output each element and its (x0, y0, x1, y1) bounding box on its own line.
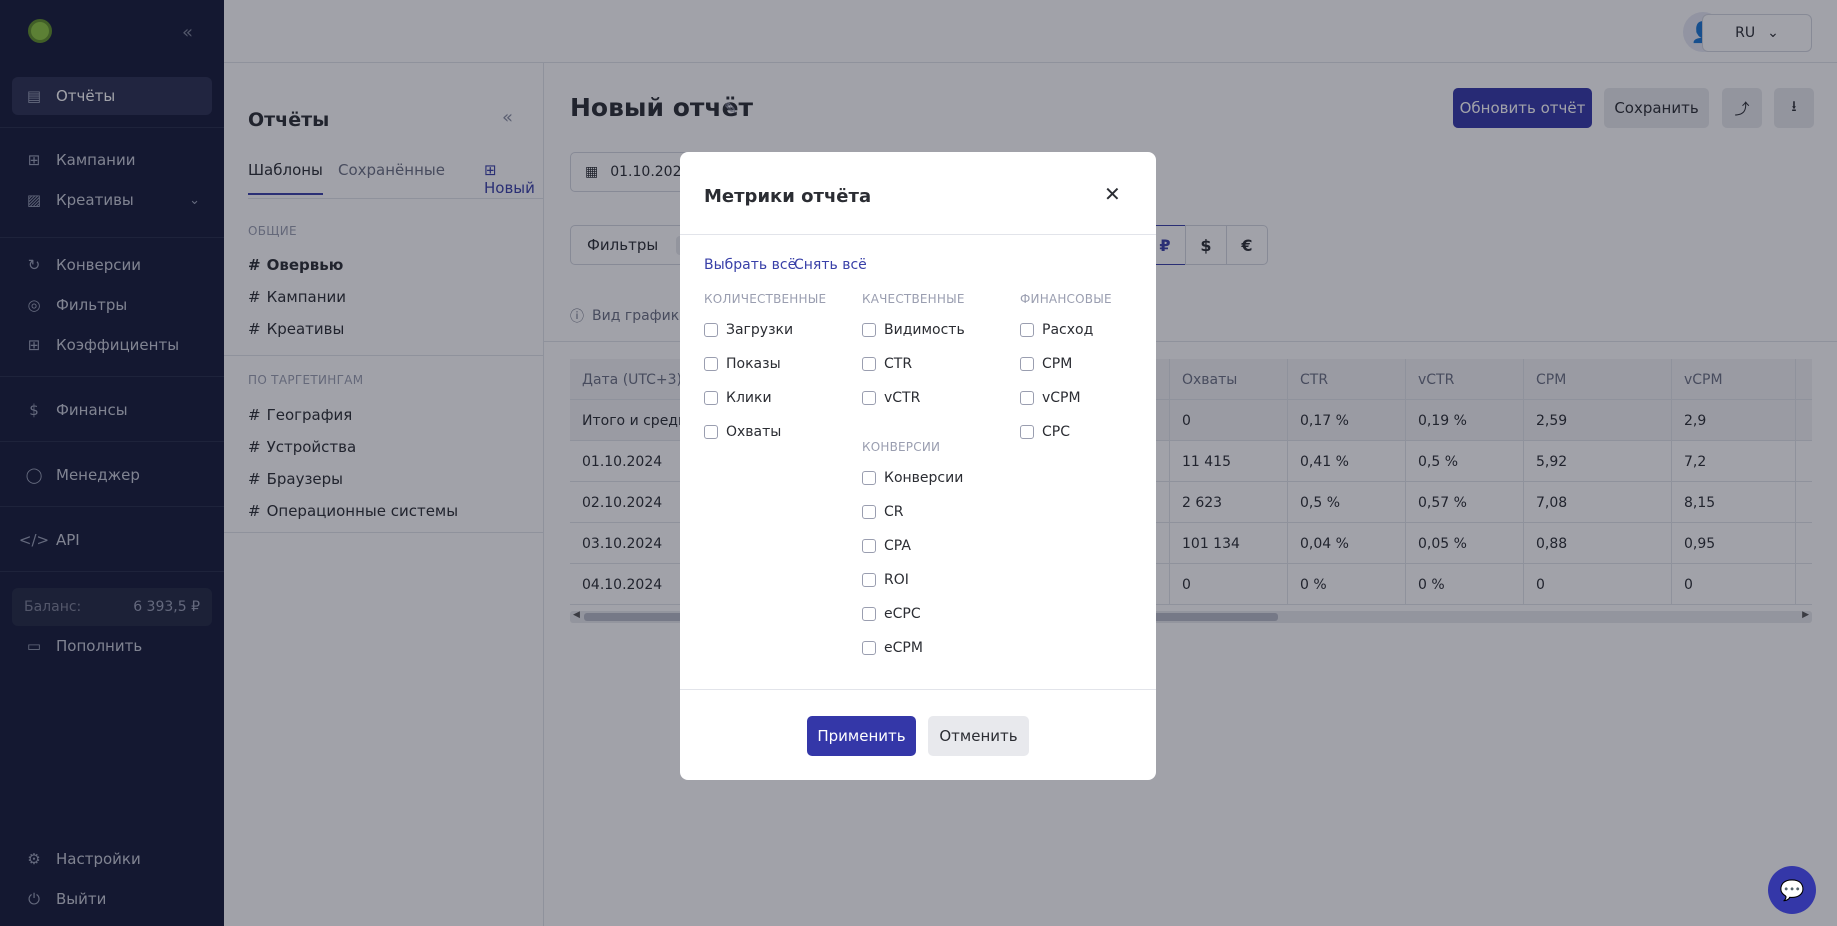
checkbox[interactable] (1020, 391, 1034, 405)
metric-label: Показы (726, 356, 781, 372)
chat-support-icon[interactable]: 💬 (1768, 866, 1816, 914)
metric-label: CPC (1042, 424, 1070, 440)
metric-label: ROI (884, 572, 909, 588)
metric-checkbox[interactable]: Расход (1020, 322, 1093, 338)
checkbox[interactable] (1020, 425, 1034, 439)
checkbox[interactable] (862, 323, 876, 337)
checkbox[interactable] (862, 505, 876, 519)
select-all-link[interactable]: Выбрать всё (704, 257, 796, 273)
metric-checkbox[interactable]: vCTR (862, 390, 920, 406)
checkbox[interactable] (704, 323, 718, 337)
metric-label: CPM (1042, 356, 1073, 372)
metric-label: CPA (884, 538, 911, 554)
modal-divider (680, 689, 1156, 690)
metric-checkbox[interactable]: vCPM (1020, 390, 1081, 406)
metric-label: CR (884, 504, 904, 520)
checkbox[interactable] (862, 607, 876, 621)
metric-checkbox[interactable]: ROI (862, 572, 909, 588)
modal-divider (680, 234, 1156, 235)
checkbox[interactable] (862, 391, 876, 405)
checkbox[interactable] (862, 357, 876, 371)
metric-label: eCPC (884, 606, 921, 622)
modal-title: Метрики отчёта (704, 186, 872, 207)
metric-label: Загрузки (726, 322, 794, 338)
metric-label: eCPM (884, 640, 923, 656)
metric-checkbox[interactable]: CPC (1020, 424, 1070, 440)
column-label-financial: ФИНАНСОВЫЕ (1020, 292, 1112, 306)
checkbox[interactable] (1020, 323, 1034, 337)
metric-checkbox[interactable]: eCPC (862, 606, 921, 622)
metric-checkbox[interactable]: CTR (862, 356, 912, 372)
checkbox[interactable] (704, 357, 718, 371)
deselect-all-link[interactable]: Снять всё (794, 257, 867, 273)
checkbox[interactable] (1020, 357, 1034, 371)
metric-checkbox[interactable]: Охваты (704, 424, 781, 440)
apply-button[interactable]: Применить (807, 716, 916, 756)
column-label-conversions: КОНВЕРСИИ (862, 440, 941, 454)
checkbox[interactable] (862, 539, 876, 553)
metric-checkbox[interactable]: Конверсии (862, 470, 963, 486)
metric-checkbox[interactable]: Показы (704, 356, 781, 372)
metric-label: Видимость (884, 322, 965, 338)
metric-label: Расход (1042, 322, 1094, 338)
metric-checkbox[interactable]: Загрузки (704, 322, 793, 338)
cancel-button[interactable]: Отменить (928, 716, 1029, 756)
metric-label: CTR (884, 356, 913, 372)
metric-checkbox[interactable]: CR (862, 504, 904, 520)
checkbox[interactable] (704, 391, 718, 405)
metric-label: vCTR (884, 390, 921, 406)
metric-checkbox[interactable]: Клики (704, 390, 772, 406)
metric-label: vCPM (1042, 390, 1081, 406)
metric-label: Конверсии (884, 470, 964, 486)
checkbox[interactable] (704, 425, 718, 439)
checkbox[interactable] (862, 641, 876, 655)
metric-checkbox[interactable]: eCPM (862, 640, 923, 656)
metrics-modal: Метрики отчёта ✕ Выбрать всё Снять всё К… (680, 152, 1156, 780)
column-label-quantitative: КОЛИЧЕСТВЕННЫЕ (704, 292, 827, 306)
metric-label: Клики (726, 390, 772, 406)
metric-checkbox[interactable]: CPM (1020, 356, 1072, 372)
metric-checkbox[interactable]: CPA (862, 538, 911, 554)
close-icon[interactable]: ✕ (1104, 182, 1121, 206)
checkbox[interactable] (862, 573, 876, 587)
metric-label: Охваты (726, 424, 782, 440)
checkbox[interactable] (862, 471, 876, 485)
column-label-qualitative: КАЧЕСТВЕННЫЕ (862, 292, 965, 306)
metric-checkbox[interactable]: Видимость (862, 322, 965, 338)
